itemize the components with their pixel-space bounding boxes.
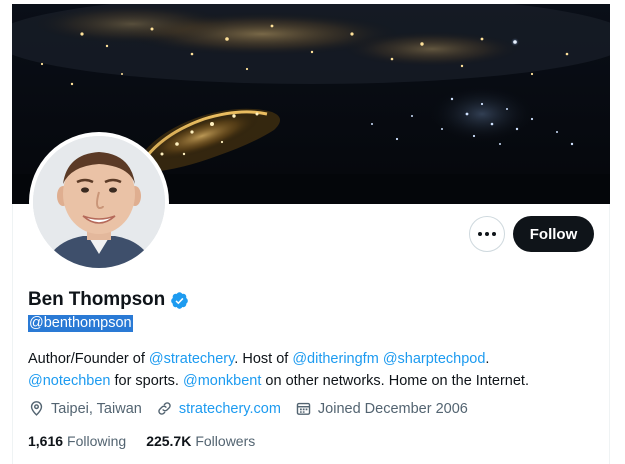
joined-item: Joined December 2006 bbox=[295, 400, 468, 417]
bio-mention-monkbent[interactable]: @monkbent bbox=[183, 373, 261, 389]
location-text: Taipei, Taiwan bbox=[51, 400, 142, 417]
bio-text: Author/Founder of bbox=[28, 351, 149, 367]
bio-mention-notechben[interactable]: @notechben bbox=[28, 373, 110, 389]
calendar-icon bbox=[296, 402, 311, 415]
more-dots-icon bbox=[478, 232, 496, 236]
bio-text: for sports. bbox=[110, 373, 183, 389]
profile-meta: Taipei, Taiwan stratechery.com Joined De… bbox=[28, 400, 482, 417]
follow-counts: 1,616 Following 225.7K Followers bbox=[28, 433, 275, 449]
following-label: Following bbox=[67, 433, 127, 449]
website-item[interactable]: stratechery.com bbox=[156, 400, 281, 417]
location-item: Taipei, Taiwan bbox=[28, 400, 142, 417]
profile-handle: @benthompson bbox=[28, 315, 133, 332]
link-icon bbox=[158, 402, 171, 415]
profile-name-row: Ben Thompson bbox=[28, 289, 189, 311]
follow-button[interactable]: Follow bbox=[513, 216, 594, 252]
joined-text: Joined December 2006 bbox=[317, 400, 468, 417]
following-count-link[interactable]: 1,616 Following bbox=[28, 433, 126, 449]
bio-text: . Host of bbox=[234, 351, 293, 367]
bio-mention-sharptechpod[interactable]: @sharptechpod bbox=[383, 351, 486, 367]
more-options-button[interactable] bbox=[469, 216, 505, 252]
profile-photo-icon bbox=[33, 136, 165, 268]
followers-count-link[interactable]: 225.7K Followers bbox=[146, 433, 255, 449]
profile-bio: Author/Founder of @stratechery. Host of … bbox=[28, 348, 588, 392]
bio-text: on other networks. Home on the Internet. bbox=[261, 373, 529, 389]
bio-text: . bbox=[485, 351, 490, 367]
verified-badge-icon[interactable] bbox=[170, 291, 189, 310]
display-name: Ben Thompson bbox=[28, 289, 166, 310]
following-count: 1,616 bbox=[28, 433, 64, 449]
followers-label: Followers bbox=[195, 433, 256, 449]
bio-mention-stratechery[interactable]: @stratechery bbox=[149, 351, 234, 367]
location-pin-icon bbox=[30, 401, 43, 416]
bio-mention-ditheringfm[interactable]: @ditheringfm bbox=[292, 351, 378, 367]
website-link[interactable]: stratechery.com bbox=[179, 401, 281, 417]
followers-count: 225.7K bbox=[146, 433, 192, 449]
profile-avatar[interactable] bbox=[29, 132, 169, 272]
